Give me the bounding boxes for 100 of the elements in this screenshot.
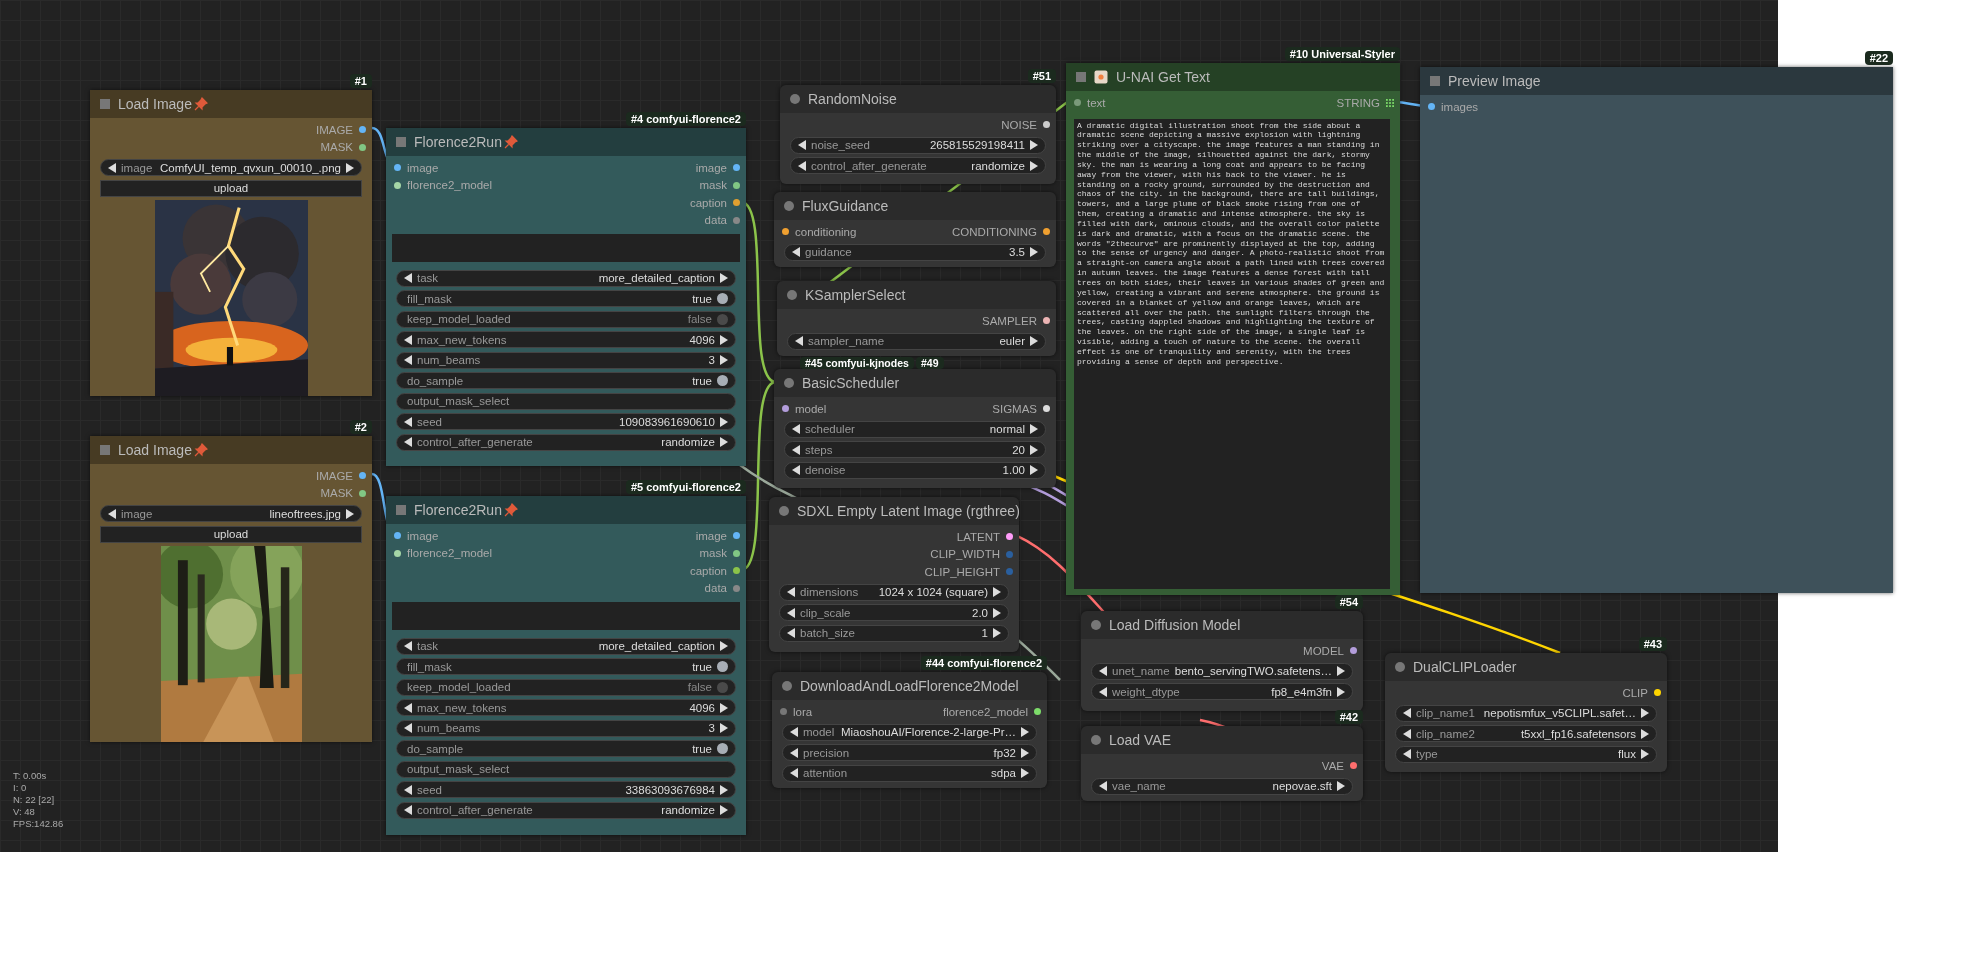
combo-widget[interactable]: seed 109083961690610: [396, 413, 736, 430]
output-dot[interactable]: [1043, 121, 1050, 129]
node-card[interactable]: SDXL Empty Latent Image (rgthree) LATENT CLIP_WIDTH CLIP_HEIGHT dimensions 1024 x 1024 (square) clip_scale 2.0 batch_size 1: [769, 497, 1019, 652]
output-dot[interactable]: [733, 567, 740, 575]
combo-widget[interactable]: clip_scale 2.0: [779, 604, 1009, 621]
output-dot[interactable]: [1006, 533, 1013, 541]
increment-arrow-icon[interactable]: [1030, 247, 1038, 257]
decrement-arrow-icon[interactable]: [1099, 781, 1107, 791]
node-card[interactable]: KSamplerSelect SAMPLER sampler_name euler: [777, 281, 1056, 356]
node-card[interactable]: FluxGuidance conditioning CONDITIONING guidance 3.5: [774, 192, 1056, 267]
combo-widget[interactable]: control_after_generate randomize: [396, 433, 736, 451]
pin-icon[interactable]: [503, 503, 518, 517]
collapse-icon[interactable]: [779, 506, 789, 516]
input-dot[interactable]: [1428, 103, 1435, 111]
combo-widget[interactable]: num_beams 3: [396, 719, 736, 737]
decrement-arrow-icon[interactable]: [404, 723, 412, 733]
combo-widget[interactable]: clip_name2 t5xxl_fp16.safetensors: [1395, 725, 1657, 742]
output-dot[interactable]: [1043, 405, 1050, 413]
output-dot[interactable]: [1043, 228, 1050, 236]
increment-arrow-icon[interactable]: [720, 702, 728, 713]
decrement-arrow-icon[interactable]: [404, 334, 412, 345]
toggle-knob[interactable]: [717, 313, 728, 325]
pin-icon[interactable]: [503, 135, 518, 149]
output-dot[interactable]: [733, 216, 740, 224]
output-dot[interactable]: [1006, 550, 1013, 558]
increment-arrow-icon[interactable]: [1030, 424, 1038, 434]
combo-widget[interactable]: control_after_generate randomize: [396, 801, 736, 819]
output-dot[interactable]: [1350, 762, 1357, 770]
output-dot[interactable]: [733, 164, 740, 172]
collapse-icon[interactable]: [1091, 735, 1101, 745]
combo-widget[interactable]: clip_name1 nepotismfux_v5CLIPL.safet…: [1395, 704, 1657, 722]
combo-widget[interactable]: noise_seed 265815529198411: [790, 136, 1046, 154]
increment-arrow-icon[interactable]: [1021, 768, 1029, 778]
decrement-arrow-icon[interactable]: [1099, 666, 1107, 676]
increment-arrow-icon[interactable]: [346, 162, 354, 173]
input-dot[interactable]: [1074, 99, 1081, 107]
increment-arrow-icon[interactable]: [1030, 336, 1038, 346]
decrement-arrow-icon[interactable]: [787, 587, 795, 597]
increment-arrow-icon[interactable]: [1030, 465, 1038, 475]
increment-arrow-icon[interactable]: [993, 607, 1001, 618]
text-widget[interactable]: output_mask_select: [396, 760, 736, 778]
decrement-arrow-icon[interactable]: [798, 140, 806, 150]
node-header[interactable]: Preview Image: [1420, 67, 1893, 95]
decrement-arrow-icon[interactable]: [792, 247, 800, 257]
increment-arrow-icon[interactable]: [720, 416, 728, 427]
collapse-icon[interactable]: [782, 681, 792, 691]
node-header[interactable]: Load Image: [90, 90, 372, 118]
combo-widget[interactable]: model MiaoshouAI/Florence-2-large-Pr…: [782, 723, 1037, 741]
increment-arrow-icon[interactable]: [993, 628, 1001, 638]
decrement-arrow-icon[interactable]: [790, 727, 798, 737]
input-dot[interactable]: [782, 405, 789, 413]
output-dot[interactable]: [733, 532, 740, 540]
toggle-widget[interactable]: fill_mask true: [396, 290, 736, 307]
upload-button[interactable]: upload: [100, 525, 362, 543]
node-header[interactable]: Load Image: [90, 436, 372, 464]
text-area[interactable]: A dramatic digital illustration shoot from the side about a dramatic scene depicting a massive explosion with lightning striking over a cityscape. the image features a man standing in the middle of the image, silhouetted against the dark, stormy sky. the man is wearing a long coat and appears to be facing away from the viewer, with his back to the viewer. he is standing on a rocky ground, surrounded by the destruction and chaos of the city. in the background, there are tall buildings, towers, and a large plume of black smoke rising from one of them, creating a dramatic and intense atmosphere. the sky is filled with dark, ominous clouds, and the overall color palette is dark and dramatic, with a focus on the dramatic scene. the words "2thecurve" are prominently displayed at the top, adding to the sense of urgency and danger. A photo-realistic shoot from a straight-on camera angle about a path lined with trees covered in autumn leaves. the image features a dense forest with tall trees on both sides, their leaves in various shades of green and yellow, creating a vibrant and serene atmosphere. the ground is covered in a blanket of yellow and orange leaves, which are scattered all over the path. the sunlight filters through the trees, casting dappled shadows and highlighting the texture of the leaves. on the right side of the image, a single leaf is visible, adding a touch of nature to the scene. the overall effect is one of tranquility and serenity, with the trees providing a sense of depth and perspective.: [1074, 118, 1390, 589]
toggle-widget[interactable]: keep_model_loaded false: [396, 310, 736, 328]
decrement-arrow-icon[interactable]: [795, 336, 803, 346]
toggle-widget[interactable]: do_sample true: [396, 740, 736, 757]
decrement-arrow-icon[interactable]: [404, 702, 412, 713]
increment-arrow-icon[interactable]: [1030, 160, 1038, 171]
combo-widget[interactable]: attention sdpa: [782, 764, 1037, 782]
combo-widget[interactable]: type flux: [1395, 745, 1657, 763]
node-header[interactable]: RandomNoise: [780, 85, 1056, 113]
combo-widget[interactable]: dimensions 1024 x 1024 (square): [779, 583, 1009, 601]
toggle-knob[interactable]: [717, 375, 728, 386]
decrement-arrow-icon[interactable]: [1403, 749, 1411, 759]
upload-button[interactable]: upload: [100, 179, 362, 197]
combo-widget[interactable]: guidance 3.5: [784, 243, 1046, 261]
decrement-arrow-icon[interactable]: [404, 641, 412, 651]
decrement-arrow-icon[interactable]: [404, 805, 412, 815]
decrement-arrow-icon[interactable]: [790, 768, 798, 778]
decrement-arrow-icon[interactable]: [792, 444, 800, 455]
input-dot[interactable]: [780, 708, 787, 716]
input-dot[interactable]: [394, 164, 401, 172]
output-dot[interactable]: [359, 143, 366, 151]
increment-arrow-icon[interactable]: [1641, 749, 1649, 759]
increment-arrow-icon[interactable]: [1030, 444, 1038, 455]
input-dot[interactable]: [394, 181, 401, 189]
toggle-knob[interactable]: [717, 743, 728, 754]
node-header[interactable]: DownloadAndLoadFlorence2Model: [772, 672, 1047, 700]
output-dot[interactable]: [359, 472, 366, 480]
increment-arrow-icon[interactable]: [1641, 728, 1649, 739]
output-dot[interactable]: [1654, 689, 1661, 697]
output-dot[interactable]: [1034, 708, 1041, 716]
increment-arrow-icon[interactable]: [1641, 708, 1649, 718]
combo-widget[interactable]: scheduler normal: [784, 420, 1046, 438]
node-header[interactable]: Florence2Run: [386, 128, 746, 156]
toggle-widget[interactable]: fill_mask true: [396, 658, 736, 675]
decrement-arrow-icon[interactable]: [404, 355, 412, 365]
toggle-knob[interactable]: [717, 661, 728, 672]
combo-widget[interactable]: image ComfyUI_temp_qvxun_00010_.png: [100, 159, 362, 176]
node-card[interactable]: BasicScheduler model SIGMAS scheduler normal steps 20 denoise 1.00: [774, 369, 1056, 488]
decrement-arrow-icon[interactable]: [1403, 728, 1411, 739]
node-header[interactable]: BasicScheduler: [774, 369, 1056, 397]
increment-arrow-icon[interactable]: [1337, 781, 1345, 791]
combo-widget[interactable]: image lineoftrees.jpg: [100, 505, 362, 522]
toggle-knob[interactable]: [717, 293, 728, 304]
collapse-icon[interactable]: [787, 290, 797, 300]
collapse-icon[interactable]: [790, 94, 800, 104]
